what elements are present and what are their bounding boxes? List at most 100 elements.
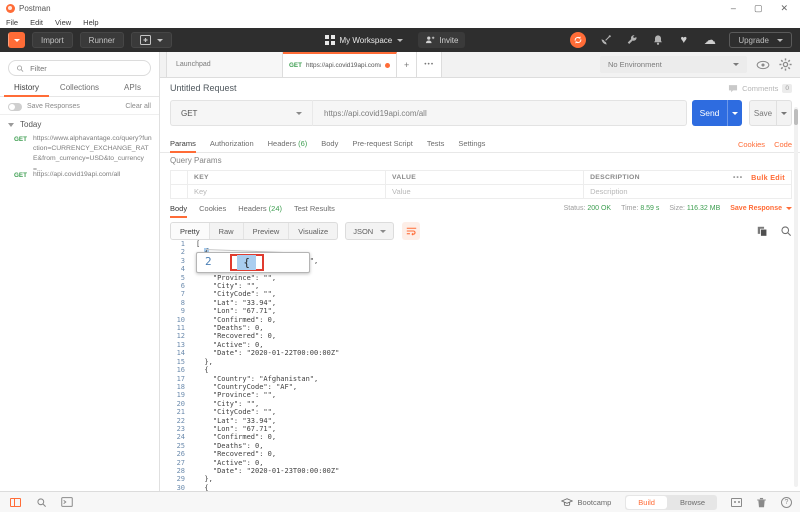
send-button[interactable]: Send bbox=[692, 100, 742, 126]
description-input[interactable]: Description bbox=[583, 185, 791, 198]
code-line: 15 }, bbox=[160, 358, 800, 366]
magnified-glyph: { bbox=[237, 255, 256, 270]
code-line: 17 "Country": "Afghanistan", bbox=[160, 375, 800, 383]
settings-gear-icon[interactable] bbox=[779, 58, 792, 71]
value-input[interactable]: Value bbox=[385, 185, 583, 198]
build-toggle[interactable]: Build bbox=[626, 496, 667, 509]
console-button[interactable] bbox=[60, 496, 74, 508]
maximize-button[interactable]: ▢ bbox=[754, 3, 763, 14]
new-dropdown[interactable] bbox=[8, 32, 25, 48]
environment-eye-icon[interactable] bbox=[756, 60, 770, 70]
tab-tests[interactable]: Tests bbox=[427, 136, 445, 152]
new-button[interactable]: +New bbox=[8, 32, 25, 48]
search-response-icon[interactable] bbox=[780, 225, 792, 237]
search-icon bbox=[36, 497, 47, 508]
wrench-icon[interactable] bbox=[625, 34, 638, 47]
history-item[interactable]: GET https://api.covid19api.com/all bbox=[14, 170, 153, 180]
save-button[interactable]: Save bbox=[749, 100, 792, 126]
tab-response-headers[interactable]: Headers (24) bbox=[238, 201, 282, 217]
response-view-row: Pretty Raw Preview Visualize JSON bbox=[170, 222, 792, 240]
scrollbar-thumb[interactable] bbox=[794, 109, 798, 125]
heart-icon[interactable]: ♥ bbox=[677, 34, 690, 47]
request-title[interactable]: Untitled Request bbox=[170, 83, 237, 93]
tab-apis[interactable]: APIs bbox=[106, 80, 159, 96]
new-tab-button[interactable]: + bbox=[397, 52, 417, 77]
invite-button[interactable]: Invite bbox=[418, 32, 465, 48]
copy-icon[interactable] bbox=[757, 226, 768, 237]
save-options-dropdown[interactable] bbox=[776, 101, 791, 125]
code-link[interactable]: Code bbox=[774, 140, 792, 149]
clear-all-link[interactable]: Clear all bbox=[125, 103, 151, 110]
browse-toggle[interactable]: Browse bbox=[668, 495, 717, 510]
save-response-button[interactable]: Save Response bbox=[730, 205, 792, 212]
minimize-button[interactable]: – bbox=[731, 3, 736, 14]
params-more-button[interactable]: ••• bbox=[733, 174, 743, 181]
toggle-sidebar-button[interactable] bbox=[8, 496, 22, 508]
environment-selector[interactable]: No Environment bbox=[600, 56, 747, 73]
tab-headers[interactable]: Headers (6) bbox=[268, 136, 308, 152]
save-responses-toggle[interactable] bbox=[8, 103, 22, 111]
tab-params[interactable]: Params bbox=[170, 136, 196, 152]
cookies-link[interactable]: Cookies bbox=[738, 140, 765, 149]
menu-view[interactable]: View bbox=[55, 18, 71, 27]
response-scrollbar[interactable] bbox=[794, 107, 798, 487]
send-options-dropdown[interactable] bbox=[727, 100, 742, 126]
tab-settings[interactable]: Settings bbox=[458, 136, 485, 152]
key-input[interactable]: Key bbox=[187, 185, 385, 198]
tab-authorization[interactable]: Authorization bbox=[210, 136, 254, 152]
tab-collections[interactable]: Collections bbox=[53, 80, 106, 96]
window-title: Postman bbox=[19, 4, 51, 13]
sync-status-icon[interactable] bbox=[570, 32, 586, 48]
code-line: 10 "Confirmed": 0, bbox=[160, 316, 800, 324]
menu-file[interactable]: File bbox=[6, 18, 18, 27]
tab-response-cookies[interactable]: Cookies bbox=[199, 201, 226, 217]
tab-test-results[interactable]: Test Results bbox=[294, 201, 335, 217]
method-selector[interactable]: GET bbox=[170, 100, 312, 126]
cloud-icon[interactable]: ☁ bbox=[703, 34, 716, 47]
close-button[interactable]: ✕ bbox=[780, 3, 788, 14]
view-raw[interactable]: Raw bbox=[209, 223, 243, 239]
bulk-edit-link[interactable]: Bulk Edit bbox=[751, 173, 785, 182]
chevron-down-icon[interactable] bbox=[397, 39, 403, 42]
wrap-text-button[interactable] bbox=[402, 222, 420, 240]
two-pane-view-icon[interactable] bbox=[731, 498, 742, 507]
wrap-text-icon bbox=[406, 226, 417, 236]
filter-box[interactable] bbox=[8, 60, 151, 76]
tab-response-body[interactable]: Body bbox=[170, 201, 187, 217]
code-line: 13 "Active": 0, bbox=[160, 341, 800, 349]
response-body-viewer[interactable]: 1[2 {3 "Country": "Afghanistan",4 "Count… bbox=[160, 240, 800, 491]
comments-button[interactable]: Comments 0 bbox=[728, 84, 792, 93]
today-section-header[interactable]: Today bbox=[8, 120, 41, 129]
menu-edit[interactable]: Edit bbox=[30, 18, 43, 27]
tab-active-request[interactable]: GET https://api.covid19api.com/all bbox=[283, 52, 397, 77]
history-item[interactable]: GET https://www.alphavantage.co/query?fu… bbox=[14, 134, 153, 175]
trash-icon[interactable] bbox=[756, 497, 767, 508]
tab-options-button[interactable]: ••• bbox=[417, 52, 442, 77]
tab-history[interactable]: History bbox=[0, 80, 53, 96]
find-button[interactable] bbox=[34, 496, 48, 508]
new-window-button[interactable] bbox=[131, 32, 172, 48]
upgrade-button[interactable]: Upgrade bbox=[729, 32, 792, 48]
view-pretty[interactable]: Pretty bbox=[171, 223, 209, 239]
menu-help[interactable]: Help bbox=[83, 18, 98, 27]
tab-prerequest[interactable]: Pre-request Script bbox=[352, 136, 412, 152]
bell-icon[interactable] bbox=[651, 34, 664, 47]
sidebar-columns-icon bbox=[10, 498, 21, 507]
tab-launchpad[interactable]: Launchpad bbox=[166, 52, 283, 77]
url-input[interactable] bbox=[322, 108, 677, 119]
code-line: 28 "Date": "2020-01-23T00:00:00Z" bbox=[160, 467, 800, 475]
console-icon bbox=[61, 497, 73, 507]
capture-satellite-icon[interactable] bbox=[599, 34, 612, 47]
bootcamp-button[interactable]: Bootcamp bbox=[561, 498, 612, 507]
help-icon[interactable]: ? bbox=[781, 497, 792, 508]
format-selector[interactable]: JSON bbox=[345, 222, 394, 240]
status-bar: Bootcamp Build Browse ? bbox=[0, 491, 800, 512]
code-line: 18 "CountryCode": "AF", bbox=[160, 383, 800, 391]
view-preview[interactable]: Preview bbox=[243, 223, 289, 239]
tab-body[interactable]: Body bbox=[321, 136, 338, 152]
view-visualize[interactable]: Visualize bbox=[288, 223, 337, 239]
import-button[interactable]: Import bbox=[32, 32, 73, 48]
filter-input[interactable] bbox=[28, 63, 143, 74]
workspace-selector[interactable]: My Workspace bbox=[340, 36, 393, 45]
runner-button[interactable]: Runner bbox=[80, 32, 124, 48]
